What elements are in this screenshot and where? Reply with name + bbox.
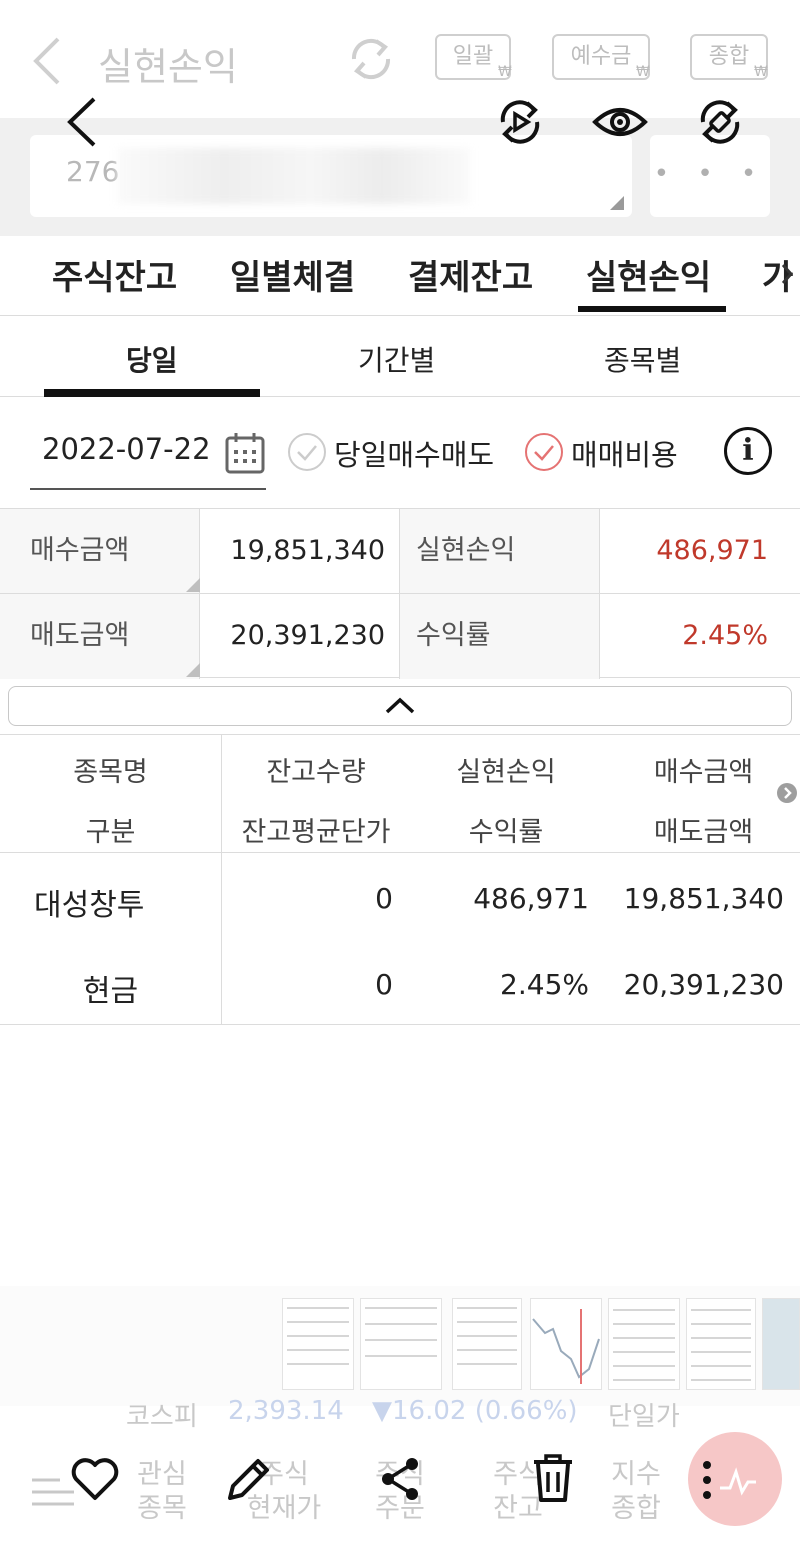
buy-amount-label: 매수금액 (0, 509, 200, 594)
thumbnail-3[interactable] (452, 1298, 522, 1390)
tab-daily-execution[interactable]: 일별체결 (230, 250, 355, 299)
ghost-page-title: 실현손익 (98, 45, 238, 89)
ghost-refresh-icon (346, 34, 396, 88)
header-realized-pnl: 실현손익 (456, 757, 556, 788)
table-top-border (0, 734, 800, 735)
sub-tab-bar: 당일 기간별 종목별 (0, 317, 800, 397)
sell-amount-value: 20,391,230 (200, 594, 400, 679)
thumbnail-7[interactable] (762, 1298, 800, 1390)
account-number-masked (118, 148, 470, 204)
row-item-name[interactable]: 대성창투 (34, 880, 144, 924)
table-header-border (0, 852, 800, 853)
thumbnail-5[interactable] (608, 1298, 680, 1390)
return-rate-value: 2.45% (682, 620, 768, 651)
ghost-won-badge-3: ₩ (754, 64, 768, 80)
row-sell-amount: 20,391,230 (623, 968, 784, 1001)
row-avg-price: 0 (375, 968, 393, 1001)
row-category: 현금 (82, 974, 139, 1009)
return-rate-label: 수익률 (400, 594, 600, 679)
sell-detail-corner-icon[interactable] (186, 663, 200, 677)
thumbnail-6[interactable] (686, 1298, 756, 1390)
chevron-right-icon[interactable] (780, 262, 794, 290)
trash-icon[interactable] (530, 1452, 576, 1508)
nav-watchlist[interactable]: 관심 종목 (122, 1458, 202, 1526)
sub-tab-indicator (44, 389, 260, 397)
tab-realized-pnl[interactable]: 실현손익 (586, 250, 711, 299)
share-icon[interactable] (376, 1454, 424, 1508)
row-buy-amount: 19,851,340 (623, 882, 784, 915)
realized-pnl-label: 실현손익 (400, 509, 600, 594)
checkbox-trade-cost-label: 매매비용 (571, 438, 678, 472)
eye-icon[interactable] (592, 100, 648, 148)
play-refresh-icon[interactable] (494, 96, 546, 152)
tab-by-period[interactable]: 기간별 (358, 339, 435, 379)
header-balance-qty: 잔고수량 (266, 757, 366, 788)
buy-amount-value: 19,851,340 (200, 509, 400, 594)
thumbnail-1[interactable] (282, 1298, 354, 1390)
tab-stock-balance[interactable]: 주식잔고 (52, 250, 177, 299)
main-tab-bar: 주식잔고 일별체결 결제잔고 실현손익 가 (0, 236, 800, 316)
row-balance-qty: 0 (375, 882, 393, 915)
checkbox-sameday-label: 당일매수매도 (334, 438, 495, 472)
scroll-right-icon[interactable] (777, 783, 797, 803)
more-vertical-icon[interactable] (700, 1458, 714, 1506)
dropdown-corner-icon (610, 196, 624, 210)
rotate-icon[interactable] (694, 96, 746, 152)
header-buy-amount: 매수금액 (653, 757, 754, 788)
sell-amount-label: 매도금액 (0, 594, 200, 679)
info-icon[interactable]: i (724, 427, 772, 475)
tab-by-item[interactable]: 종목별 (604, 339, 681, 379)
ghost-back-icon (30, 36, 64, 90)
ghost-won-badge-1: ₩ (498, 64, 512, 80)
header-item-name: 종목명 (73, 757, 148, 788)
thumbnail-4[interactable] (530, 1298, 602, 1390)
chevron-up-icon (384, 697, 416, 719)
date-underline (30, 488, 266, 490)
summary-table: 매수금액 19,851,340 실현손익 486,971 매도금액 20,391… (0, 508, 800, 679)
checkbox-trade-cost[interactable] (524, 432, 564, 476)
header-avg-price: 잔고평균단가 (241, 817, 391, 848)
nav-index[interactable]: 지수 종합 (596, 1458, 676, 1526)
heart-icon[interactable] (70, 1458, 120, 1506)
index-value: 2,393.14 (228, 1396, 344, 1426)
row-realized-pnl: 486,971 (473, 882, 589, 915)
account-number: 276 (66, 155, 120, 188)
date-field[interactable]: 2022-07-22 (42, 432, 211, 466)
tab-today[interactable]: 당일 (126, 339, 178, 379)
header-return-rate: 수익률 (468, 817, 544, 848)
edit-icon[interactable] (222, 1454, 274, 1510)
row-return-rate: 2.45% (500, 968, 589, 1001)
ghost-won-badge-2: ₩ (636, 64, 650, 80)
thumbnail-2[interactable] (360, 1298, 442, 1390)
buy-detail-corner-icon[interactable] (186, 578, 200, 592)
table-bottom-border (0, 1024, 800, 1025)
tab-settlement-balance[interactable]: 결제잔고 (408, 250, 533, 299)
index-change: ▼16.02 (0.66%) (372, 1396, 578, 1426)
header-category: 구분 (85, 817, 136, 848)
checkbox-sameday-trade[interactable] (287, 432, 327, 476)
realized-pnl-value: 486,971 (600, 509, 800, 594)
index-name: 코스피 (126, 1402, 198, 1432)
back-icon[interactable] (64, 96, 100, 152)
index-extra: 단일가 (608, 1402, 680, 1432)
header-sell-amount: 매도금액 (653, 817, 754, 848)
main-tab-indicator (578, 306, 726, 312)
calendar-icon[interactable] (224, 431, 266, 479)
